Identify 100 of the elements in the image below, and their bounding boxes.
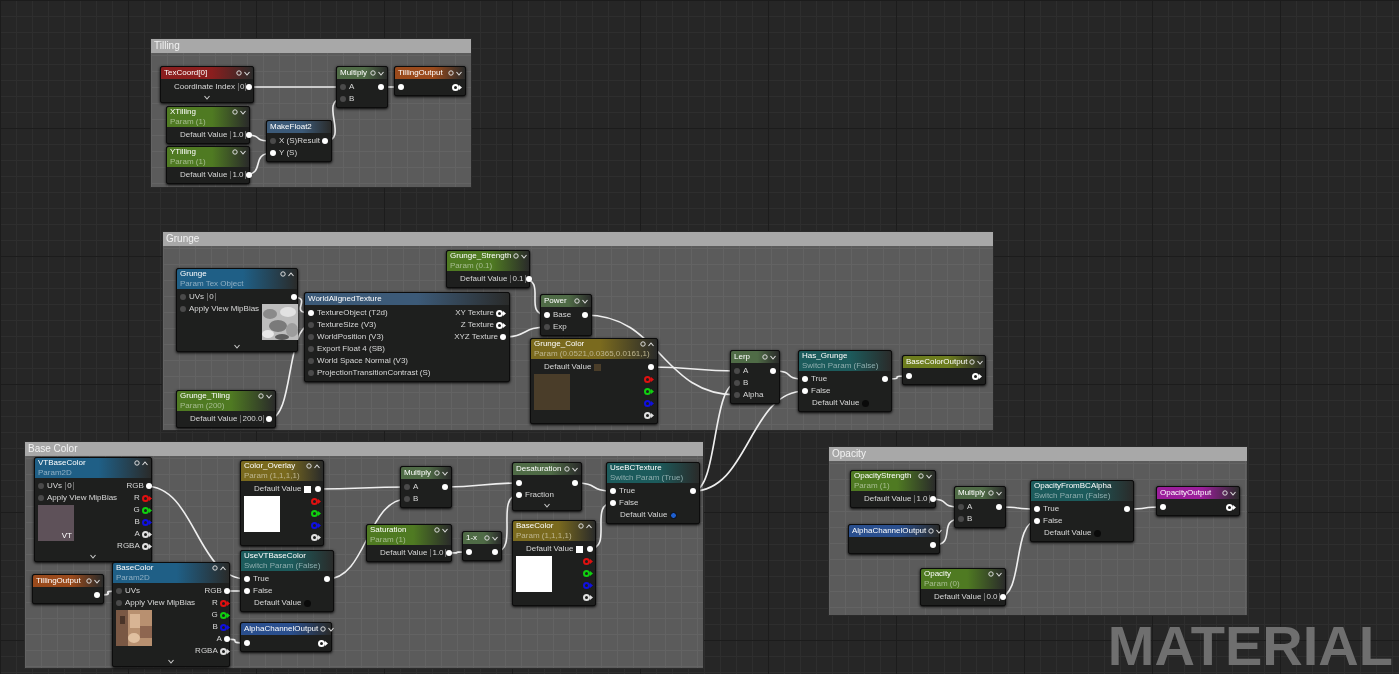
chevron-down-icon[interactable] bbox=[996, 490, 1002, 496]
output-pin[interactable] bbox=[770, 368, 776, 374]
node[interactable]: Color_Overlay Param (1,1,1,1) Default Value bbox=[240, 460, 324, 546]
input-pin[interactable] bbox=[1034, 506, 1040, 512]
color-chip[interactable] bbox=[304, 485, 312, 493]
node[interactable]: Grunge Param Tex Object UVs 0 Apply View MipBias bbox=[176, 268, 298, 352]
node[interactable]: Saturation Param (1) Default Value 1.0 bbox=[366, 524, 452, 562]
chevron-up-icon[interactable] bbox=[586, 523, 592, 529]
value-field[interactable]: 1.0 bbox=[230, 171, 246, 179]
output-pin[interactable] bbox=[690, 488, 696, 494]
chevron-down-icon[interactable] bbox=[977, 359, 984, 365]
output-pin[interactable] bbox=[929, 496, 936, 502]
chevron-down-icon[interactable] bbox=[582, 298, 588, 304]
chevron-down-icon[interactable] bbox=[204, 95, 210, 100]
node[interactable]: MakeFloat2 X (S) Y (S) Result bbox=[266, 120, 332, 162]
preview-toggle-icon[interactable] bbox=[762, 354, 768, 360]
input-pin[interactable] bbox=[734, 380, 740, 386]
chevron-down-icon[interactable] bbox=[456, 70, 462, 76]
node[interactable]: UseBCTexture Switch Param (True) True False Default Value bbox=[606, 462, 700, 524]
output-pin[interactable] bbox=[492, 549, 498, 555]
chevron-up-icon[interactable] bbox=[314, 463, 320, 469]
input-pin[interactable] bbox=[38, 495, 44, 501]
output-pin[interactable] bbox=[442, 484, 448, 490]
node[interactable]: OpacityFromBCAlpha Switch Param (False) True False Default Value bbox=[1030, 480, 1134, 542]
input-pin[interactable] bbox=[958, 504, 964, 510]
output-pin[interactable] bbox=[324, 576, 330, 582]
output-pin[interactable] bbox=[311, 533, 322, 541]
chevron-down-icon[interactable] bbox=[234, 344, 240, 349]
output-pin[interactable] bbox=[500, 334, 506, 340]
color-chip[interactable] bbox=[594, 363, 602, 371]
preview-toggle-icon[interactable] bbox=[434, 527, 440, 533]
input-pin[interactable] bbox=[466, 549, 472, 555]
output-pin[interactable] bbox=[452, 83, 462, 91]
node[interactable]: AlphaChannelOutput bbox=[240, 622, 332, 652]
chevron-up-icon[interactable] bbox=[648, 341, 654, 347]
value-field[interactable]: 0 bbox=[65, 482, 74, 490]
preview-toggle-icon[interactable] bbox=[280, 271, 286, 277]
output-pin[interactable] bbox=[587, 546, 594, 552]
node[interactable]: XTilling Param (1) Default Value 1.0 bbox=[166, 106, 250, 144]
value-field[interactable]: 0 bbox=[237, 83, 247, 91]
node[interactable]: Power Base Exp bbox=[540, 294, 592, 336]
input-pin[interactable] bbox=[958, 516, 964, 522]
node[interactable]: TillingOutput bbox=[32, 574, 104, 604]
output-pin[interactable] bbox=[882, 376, 888, 382]
output-pin[interactable] bbox=[1226, 503, 1236, 511]
input-pin[interactable] bbox=[308, 334, 314, 340]
input-pin[interactable] bbox=[516, 492, 522, 498]
input-pin[interactable] bbox=[308, 346, 314, 352]
preview-toggle-icon[interactable] bbox=[86, 578, 92, 584]
chevron-down-icon[interactable] bbox=[544, 503, 550, 508]
output-pin[interactable] bbox=[644, 411, 654, 419]
node[interactable]: UseVTBaseColor Switch Param (False) True False Default Value bbox=[240, 550, 334, 612]
input-pin[interactable] bbox=[308, 358, 314, 364]
output-pin[interactable] bbox=[245, 172, 252, 178]
chevron-up-icon[interactable] bbox=[142, 460, 148, 466]
preview-toggle-icon[interactable] bbox=[306, 463, 312, 469]
output-pin[interactable] bbox=[648, 364, 654, 370]
node[interactable]: BaseColor Param (1,1,1,1) Default Value bbox=[512, 520, 596, 606]
input-pin[interactable] bbox=[404, 484, 410, 490]
output-pin[interactable] bbox=[94, 592, 100, 598]
node[interactable]: Multiply A B bbox=[954, 486, 1006, 528]
chevron-down-icon[interactable] bbox=[492, 535, 498, 541]
output-pin[interactable] bbox=[583, 569, 594, 577]
preview-toggle-icon[interactable] bbox=[320, 626, 327, 632]
preview-toggle-icon[interactable] bbox=[258, 393, 264, 399]
preview-toggle-icon[interactable] bbox=[578, 523, 584, 529]
chevron-down-icon[interactable] bbox=[94, 578, 100, 584]
input-pin[interactable] bbox=[544, 312, 550, 318]
node[interactable]: OpacityStrength Param (1) Default Value 1.0 bbox=[850, 470, 936, 508]
chevron-down-icon[interactable] bbox=[926, 473, 932, 479]
output-pin[interactable] bbox=[525, 276, 532, 282]
node[interactable]: BaseColor Param2D UVs Apply View MipBias RGB R G B A RGBA bbox=[112, 562, 230, 667]
chevron-down-icon[interactable] bbox=[996, 571, 1002, 577]
output-pin[interactable] bbox=[219, 647, 230, 655]
chevron-down-icon[interactable] bbox=[244, 70, 250, 76]
preview-toggle-icon[interactable] bbox=[484, 535, 490, 541]
chevron-down-icon[interactable] bbox=[936, 528, 943, 534]
input-pin[interactable] bbox=[734, 368, 740, 374]
output-pin[interactable] bbox=[445, 550, 452, 556]
output-pin[interactable] bbox=[145, 483, 152, 489]
node[interactable]: Desaturation Fraction bbox=[512, 462, 582, 511]
input-pin[interactable] bbox=[802, 388, 808, 394]
chevron-down-icon[interactable] bbox=[442, 527, 448, 533]
output-pin[interactable] bbox=[246, 84, 253, 90]
node[interactable]: Grunge_Tiling Param (200) Default Value 200.0 bbox=[176, 390, 276, 428]
preview-toggle-icon[interactable] bbox=[448, 70, 454, 76]
output-pin[interactable] bbox=[496, 309, 506, 317]
preview-toggle-icon[interactable] bbox=[574, 298, 580, 304]
output-pin[interactable] bbox=[315, 486, 322, 492]
preview-toggle-icon[interactable] bbox=[236, 70, 242, 76]
node[interactable]: Opacity Param (0) Default Value 0.0 bbox=[920, 568, 1006, 606]
input-pin[interactable] bbox=[116, 600, 122, 606]
color-chip[interactable] bbox=[576, 545, 584, 553]
chevron-up-icon[interactable] bbox=[220, 565, 226, 571]
output-pin[interactable] bbox=[311, 509, 322, 517]
output-pin[interactable] bbox=[291, 294, 298, 300]
preview-toggle-icon[interactable] bbox=[969, 359, 976, 365]
node[interactable]: BaseColorOutput bbox=[902, 355, 986, 385]
chevron-down-icon[interactable] bbox=[378, 70, 384, 76]
preview-toggle-icon[interactable] bbox=[1222, 490, 1228, 496]
